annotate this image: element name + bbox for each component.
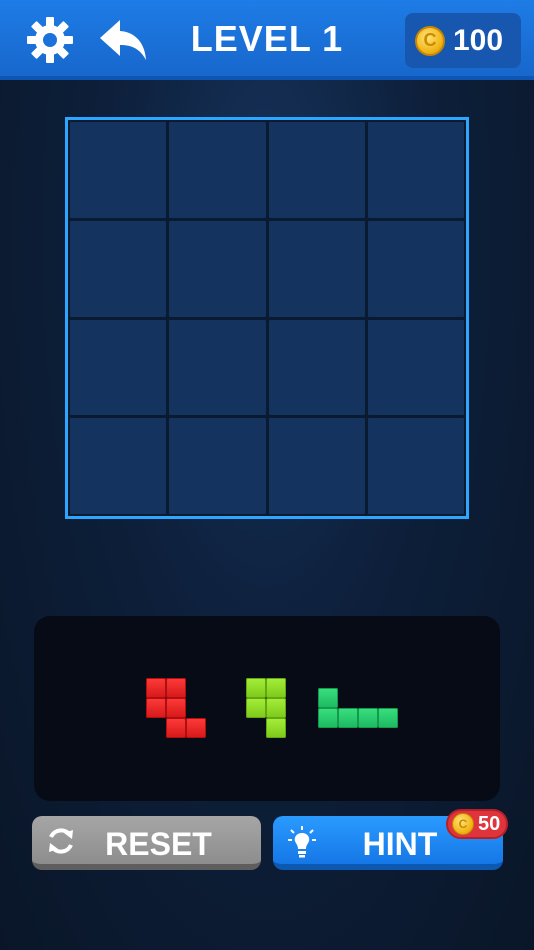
coin-icon: C <box>415 25 445 56</box>
board-cell[interactable] <box>70 319 167 416</box>
piece-block <box>246 698 266 718</box>
board-cell[interactable] <box>169 122 266 218</box>
hint-cost: 50 <box>478 812 501 835</box>
piece-block <box>166 718 186 738</box>
board-cell[interactable] <box>367 122 464 218</box>
piece-block <box>186 718 206 738</box>
board-cell[interactable] <box>367 220 464 317</box>
coin-balance: C 100 <box>405 13 521 68</box>
board-cell[interactable] <box>367 418 464 514</box>
board-cell[interactable] <box>268 220 365 317</box>
piece-block <box>318 688 338 708</box>
undo-button[interactable] <box>96 12 152 68</box>
board-cell[interactable] <box>70 418 167 514</box>
piece-block <box>358 708 378 728</box>
lime-piece[interactable] <box>246 678 286 738</box>
reset-button[interactable]: RESET <box>32 816 261 870</box>
piece-block <box>266 698 286 718</box>
piece-block <box>246 678 266 698</box>
undo-arrow-icon <box>100 20 146 60</box>
board-cell[interactable] <box>169 418 266 514</box>
piece-block <box>338 708 358 728</box>
board-cell[interactable] <box>169 220 266 317</box>
piece-block <box>266 718 286 738</box>
piece-block <box>166 678 186 698</box>
top-bar: LEVEL 1 C 100 <box>0 0 534 80</box>
hint-cost-badge: C 50 <box>446 809 508 839</box>
coin-count: 100 <box>453 23 504 57</box>
board-cell[interactable] <box>169 319 266 416</box>
piece-block <box>146 698 166 718</box>
board-cell[interactable] <box>268 122 365 218</box>
piece-tray <box>34 616 500 801</box>
piece-block <box>146 678 166 698</box>
reset-label: RESET <box>105 826 212 862</box>
gear-icon <box>27 17 73 63</box>
coin-icon: C <box>452 813 474 835</box>
settings-button[interactable] <box>22 12 78 68</box>
board-cell[interactable] <box>70 122 167 218</box>
green-l-piece[interactable] <box>318 688 398 728</box>
piece-block <box>378 708 398 728</box>
board-cell[interactable] <box>268 319 365 416</box>
piece-block <box>266 678 286 698</box>
level-title: LEVEL 1 <box>190 18 344 59</box>
game-board[interactable] <box>65 117 469 519</box>
board-cell[interactable] <box>268 418 365 514</box>
board-cell[interactable] <box>367 319 464 416</box>
board-cell[interactable] <box>70 220 167 317</box>
piece-block <box>318 708 338 728</box>
red-z-piece[interactable] <box>146 678 206 738</box>
piece-block <box>166 698 186 718</box>
